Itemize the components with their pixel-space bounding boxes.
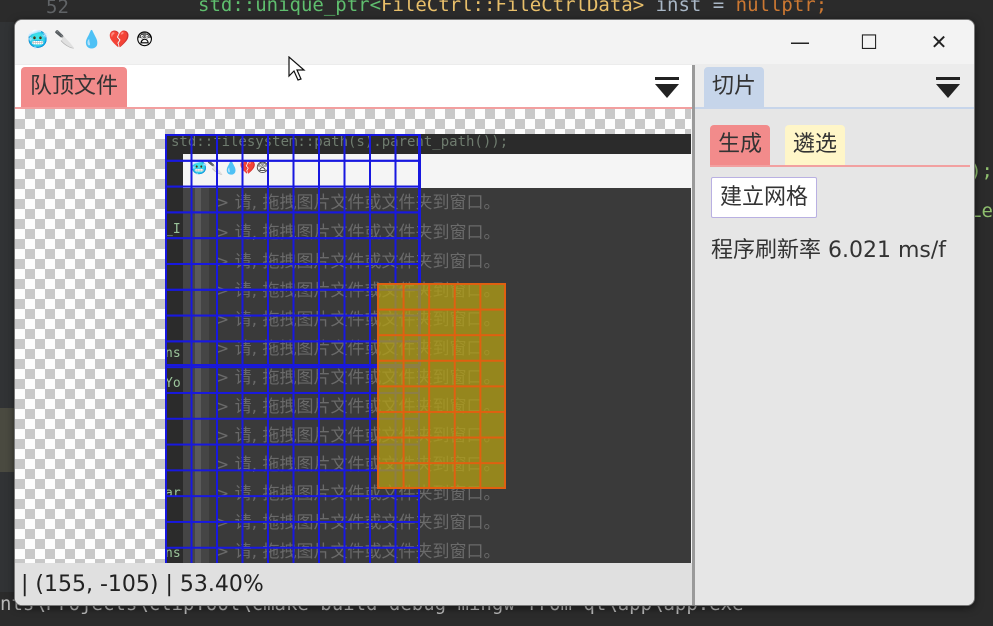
preview-side-label: ar (165, 486, 181, 501)
build-grid-button[interactable]: 建立网格 (711, 177, 818, 218)
preview-message-line: > 请, 拖拽图片文件或文件夹到窗口。 (215, 252, 501, 272)
fearful-face-icon: 😨 (135, 30, 154, 50)
left-panel: 队顶文件 std::filesystem::path(s).parent_pat… (15, 65, 693, 605)
refresh-rate-label: 程序刷新率 6.021 ms/f (711, 238, 947, 263)
preview-title-bar: 🥶🔪💧💔😨 (183, 154, 691, 188)
droplet-icon: 💧 (81, 30, 103, 50)
tab-queue-files[interactable]: 队顶文件 (21, 67, 128, 107)
title-bar[interactable]: 🥶 🔪 💧 💔 😨 — ☐ ✕ (15, 20, 974, 64)
right-panel: 切片 生成 遴选 建立网格 程序刷新率 6.021 ms/f (695, 65, 974, 605)
preview-title-icons: 🥶🔪💧💔😨 (191, 161, 270, 176)
preview-side-label: Yo (165, 376, 181, 391)
tab-slice[interactable]: 切片 (704, 67, 765, 107)
minimize-button[interactable]: — (775, 26, 825, 58)
ide-gutter (0, 22, 14, 592)
broken-heart-icon: 💔 (108, 30, 130, 50)
selected-slices-highlight[interactable] (377, 283, 506, 489)
preview-message-line: > 请, 拖拽图片文件或文件夹到窗口。 (215, 513, 501, 533)
ide-gutter-highlight (0, 408, 14, 472)
ide-line-number: 52 (46, 0, 69, 18)
cold-face-icon: 🥶 (27, 30, 49, 50)
preview-side-label: ns (165, 546, 181, 561)
app-window: 🥶 🔪 💧 💔 😨 — ☐ ✕ 队顶文件 std::filesystem::pa… (14, 19, 975, 606)
close-button[interactable]: ✕ (914, 26, 964, 58)
preview-message-line: > 请, 拖拽图片文件或文件夹到窗口。 (215, 542, 501, 562)
mouse-cursor-icon (288, 56, 306, 81)
preview-message-line: > 请, 拖拽图片文件或文件夹到窗口。 (215, 223, 501, 243)
knife-icon: 🔪 (54, 30, 76, 50)
left-dock-menu-button[interactable] (653, 75, 681, 101)
tab-generate[interactable]: 生成 (710, 125, 771, 165)
status-bar: | (155, -105) | 53.40% (15, 563, 693, 605)
preview-code-line: std::filesystem::path(s).parent_path()); (165, 134, 691, 154)
preview-side-label: ns (165, 346, 181, 361)
tab-filter[interactable]: 遴选 (785, 125, 846, 165)
image-canvas[interactable]: std::filesystem::path(s).parent_path());… (15, 109, 691, 563)
preview-message-line: > 请, 拖拽图片文件或文件夹到窗口。 (215, 193, 501, 213)
right-dock-menu-button[interactable] (934, 75, 962, 101)
title-icons: 🥶 🔪 💧 💔 😨 (27, 30, 153, 50)
left-tab-strip: 队顶文件 (15, 65, 693, 109)
slice-sub-tabs: 生成 遴选 (710, 125, 970, 167)
right-tab-strip: 切片 (695, 65, 974, 109)
preview-side-label: _I (165, 222, 181, 237)
ide-code-text: std::unique_ptr<FileCtrl::FileCtrlData> … (198, 0, 828, 16)
preview-gutter-line (195, 188, 201, 563)
maximize-button[interactable]: ☐ (844, 26, 894, 58)
